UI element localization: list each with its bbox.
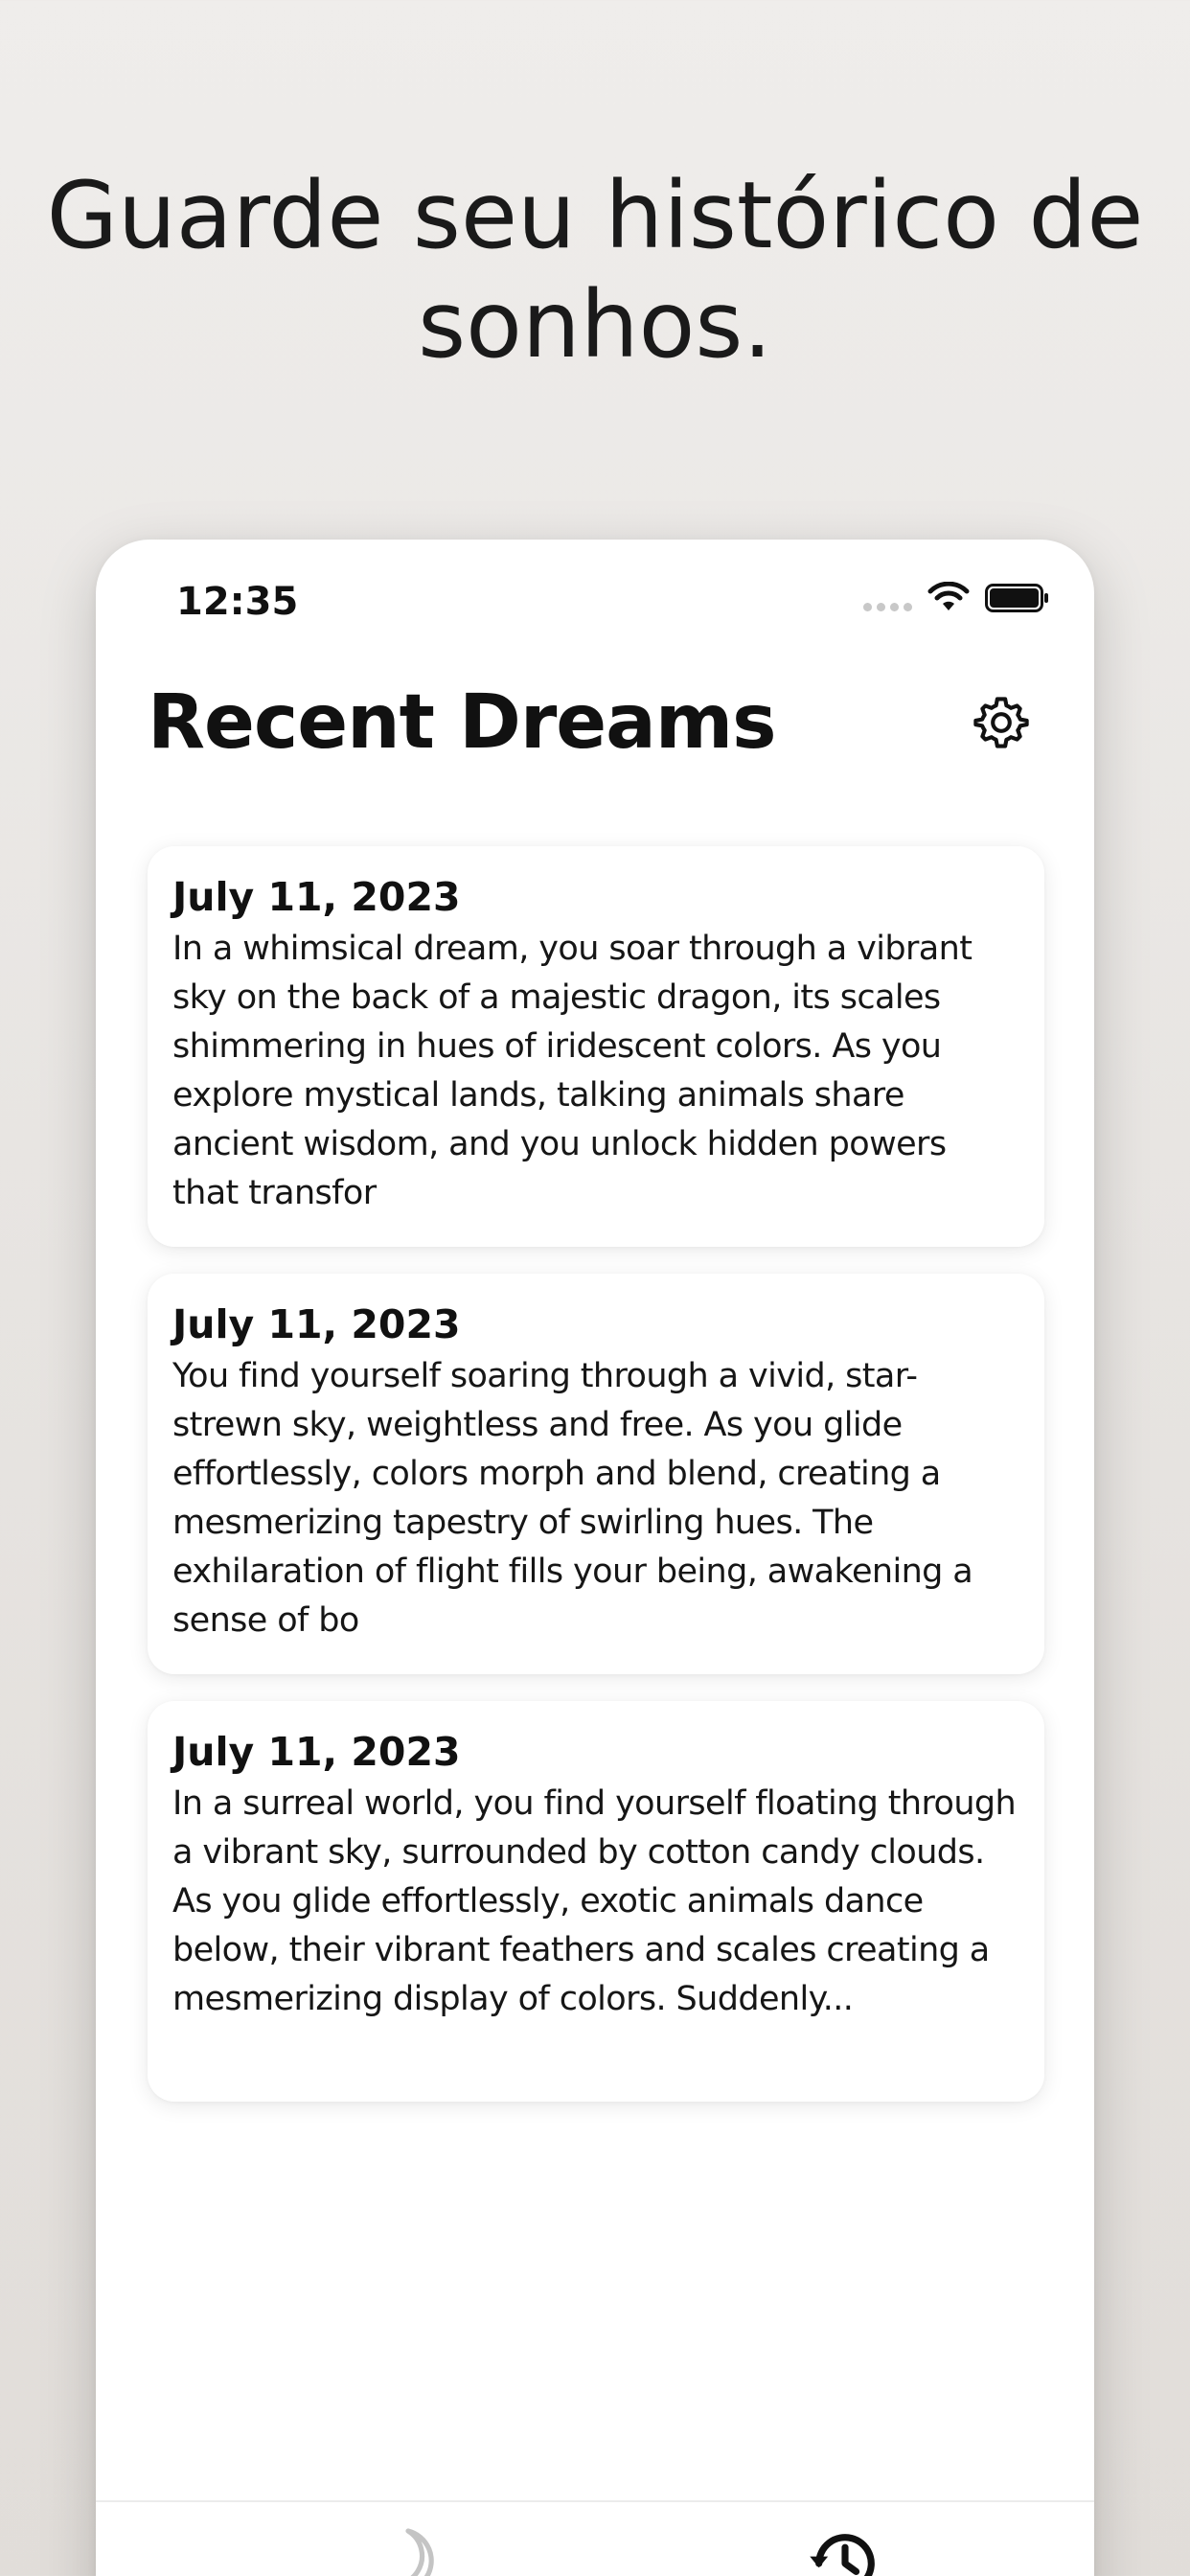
tab-bar <box>96 2500 1094 2576</box>
gear-icon <box>972 693 1031 756</box>
dream-date: July 11, 2023 <box>172 1729 461 1775</box>
status-icons <box>863 581 1050 618</box>
dream-date: July 11, 2023 <box>172 874 461 920</box>
promo-headline-line-1: Guarde seu histórico de <box>46 162 1144 269</box>
history-clock-icon <box>805 2523 885 2576</box>
moon-icon <box>362 2523 439 2576</box>
promo-headline: Guarde seu histórico de sonhos. <box>0 161 1190 380</box>
tab-history[interactable] <box>788 2523 903 2576</box>
dream-text: In a surreal world, you find yourself fl… <box>172 1784 1017 2018</box>
status-time: 12:35 <box>176 580 299 624</box>
wifi-icon <box>927 581 970 618</box>
settings-button[interactable] <box>970 693 1033 756</box>
dream-text: You find yourself soaring through a vivi… <box>172 1357 973 1640</box>
dream-card[interactable]: July 11, 2023 You find yourself soaring … <box>148 1274 1044 1674</box>
dream-text: In a whimsical dream, you soar through a… <box>172 930 973 1212</box>
dream-date: July 11, 2023 <box>172 1301 461 1347</box>
phone-screen: 12:35 Recent Dreams July 11, 2023 In a w… <box>96 540 1094 2576</box>
battery-icon <box>985 582 1050 618</box>
tab-dream[interactable] <box>343 2523 458 2576</box>
page-title: Recent Dreams <box>148 679 777 766</box>
dream-card[interactable]: July 11, 2023 In a surreal world, you fi… <box>148 1701 1044 2102</box>
status-bar: 12:35 <box>96 540 1094 664</box>
signal-dots-icon <box>863 602 912 611</box>
dream-list: July 11, 2023 In a whimsical dream, you … <box>148 846 1044 2128</box>
promo-headline-line-2: sonhos. <box>418 271 772 379</box>
dream-card[interactable]: July 11, 2023 In a whimsical dream, you … <box>148 846 1044 1247</box>
